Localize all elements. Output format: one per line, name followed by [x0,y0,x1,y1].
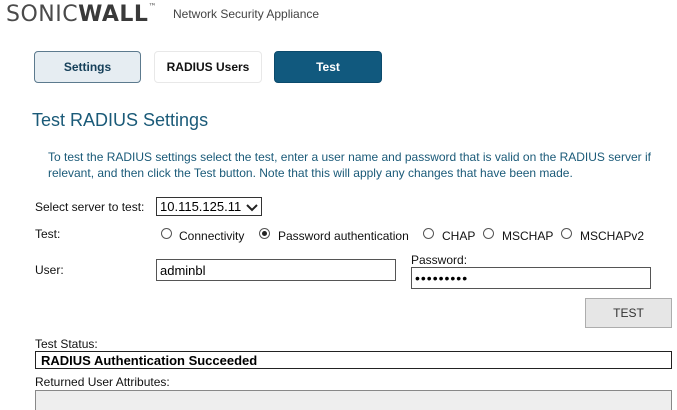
logo-trademark: ™ [148,2,157,11]
test-status-field: RADIUS Authentication Succeeded [35,351,672,369]
password-input[interactable]: ••••••••• [411,267,651,289]
radio-mschap-label: MSCHAP [502,229,554,243]
server-label: Select server to test: [35,200,145,214]
test-button[interactable]: TEST [585,298,672,328]
server-select[interactable]: 10.115.125.11 [156,197,262,216]
radio-mschapv2[interactable] [561,228,572,239]
chevron-down-icon [246,204,258,212]
radio-chap-label: CHAP [442,229,476,243]
radio-chap[interactable] [423,228,434,239]
info-text: To test the RADIUS settings select the t… [48,150,651,180]
tab-radius-users[interactable]: RADIUS Users [154,51,262,83]
radio-mschap[interactable] [483,228,494,239]
password-label: Password: [411,253,468,267]
radio-mschapv2-label: MSCHAPv2 [580,229,645,243]
returned-attributes-label: Returned User Attributes: [35,375,170,389]
user-label: User: [35,263,64,277]
logo-text-light: SONIC [6,2,79,27]
tab-settings[interactable]: Settings [34,51,141,83]
radio-connectivity[interactable] [161,228,172,239]
test-status-label: Test Status: [35,337,98,351]
product-subtitle: Network Security Appliance [173,7,320,21]
radio-connectivity-label: Connectivity [179,229,245,243]
radio-selected-dot [262,231,267,236]
server-select-value: 10.115.125.11 [160,199,242,214]
sonicwall-logo: SONICWALL™ [6,2,157,27]
test-label: Test: [35,227,61,241]
returned-attributes-field [35,390,672,410]
tab-test[interactable]: Test [274,51,382,83]
radio-password-authentication-label: Password authentication [278,229,409,243]
user-input[interactable]: adminbl [156,259,396,281]
radio-password-authentication[interactable] [259,228,270,239]
page-title: Test RADIUS Settings [32,110,209,130]
logo-text-bold: WALL [78,2,149,27]
